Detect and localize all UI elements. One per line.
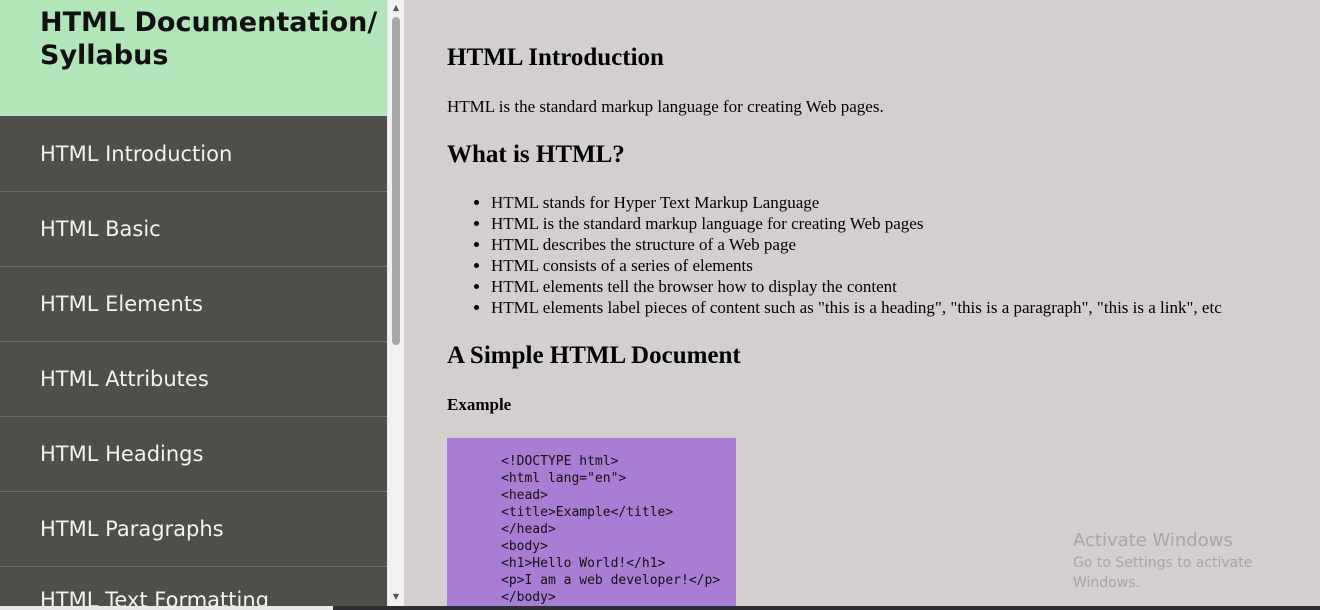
heading-html-introduction: HTML Introduction	[447, 44, 664, 71]
scroll-down-arrow-icon[interactable]: ▼	[388, 589, 404, 605]
sidebar-item-html-paragraphs[interactable]: HTML Paragraphs	[0, 492, 387, 567]
watermark-subtitle: Go to Settings to activate Windows.	[1073, 555, 1253, 591]
what-is-html-list: HTML stands for Hyper Text Markup Langua…	[447, 192, 1222, 318]
sidebar-item-html-introduction[interactable]: HTML Introduction	[0, 116, 387, 192]
scroll-up-arrow-icon[interactable]: ▲	[388, 0, 404, 16]
sidebar-nav: HTML Introduction HTML Basic HTML Elemen…	[0, 116, 387, 610]
sidebar-title: HTML Documentation/ Syllabus	[0, 0, 387, 116]
heading-simple-html-document: A Simple HTML Document	[447, 342, 741, 369]
sidebar-item-html-text-formatting[interactable]: HTML Text Formatting	[0, 567, 387, 610]
sidebar-item-html-elements[interactable]: HTML Elements	[0, 267, 387, 342]
code-line: </body>	[501, 590, 556, 605]
scrollbar-thumb[interactable]	[392, 17, 400, 345]
code-line: <head>	[501, 488, 548, 503]
activate-windows-watermark: Activate Windows Go to Settings to activ…	[1073, 529, 1320, 593]
intro-paragraph: HTML is the standard markup language for…	[447, 97, 884, 116]
taskbar-edge-highlight	[0, 606, 333, 610]
list-item: HTML describes the structure of a Web pa…	[491, 234, 1222, 255]
sidebar-scrollbar[interactable]: ▲ ▼	[387, 0, 404, 610]
taskbar-edge	[0, 606, 1320, 610]
sidebar: HTML Documentation/ Syllabus HTML Introd…	[0, 0, 387, 610]
code-line: <p>I am a web developer!</p>	[501, 573, 721, 588]
code-line: <body>	[501, 539, 548, 554]
list-item: HTML elements label pieces of content su…	[491, 297, 1222, 318]
example-label: Example	[447, 395, 512, 414]
list-item: HTML is the standard markup language for…	[491, 213, 1222, 234]
code-line: </head>	[501, 522, 556, 537]
code-example-block: <!DOCTYPE html> <html lang="en"> <head> …	[447, 438, 736, 610]
list-item: HTML elements tell the browser how to di…	[491, 276, 1222, 297]
sidebar-item-html-attributes[interactable]: HTML Attributes	[0, 342, 387, 417]
code-line: <h1>Hello World!</h1>	[501, 556, 666, 571]
watermark-title: Activate Windows	[1073, 530, 1233, 551]
code-line: <title>Example</title>	[501, 505, 674, 520]
main-content: HTML Introduction HTML is the standard m…	[447, 0, 1307, 610]
sidebar-item-html-basic[interactable]: HTML Basic	[0, 192, 387, 267]
list-item: HTML stands for Hyper Text Markup Langua…	[491, 192, 1222, 213]
list-item: HTML consists of a series of elements	[491, 255, 1222, 276]
code-line: <html lang="en">	[501, 471, 627, 486]
sidebar-item-html-headings[interactable]: HTML Headings	[0, 417, 387, 492]
code-line: <!DOCTYPE html>	[501, 454, 619, 469]
heading-what-is-html: What is HTML?	[447, 141, 625, 168]
